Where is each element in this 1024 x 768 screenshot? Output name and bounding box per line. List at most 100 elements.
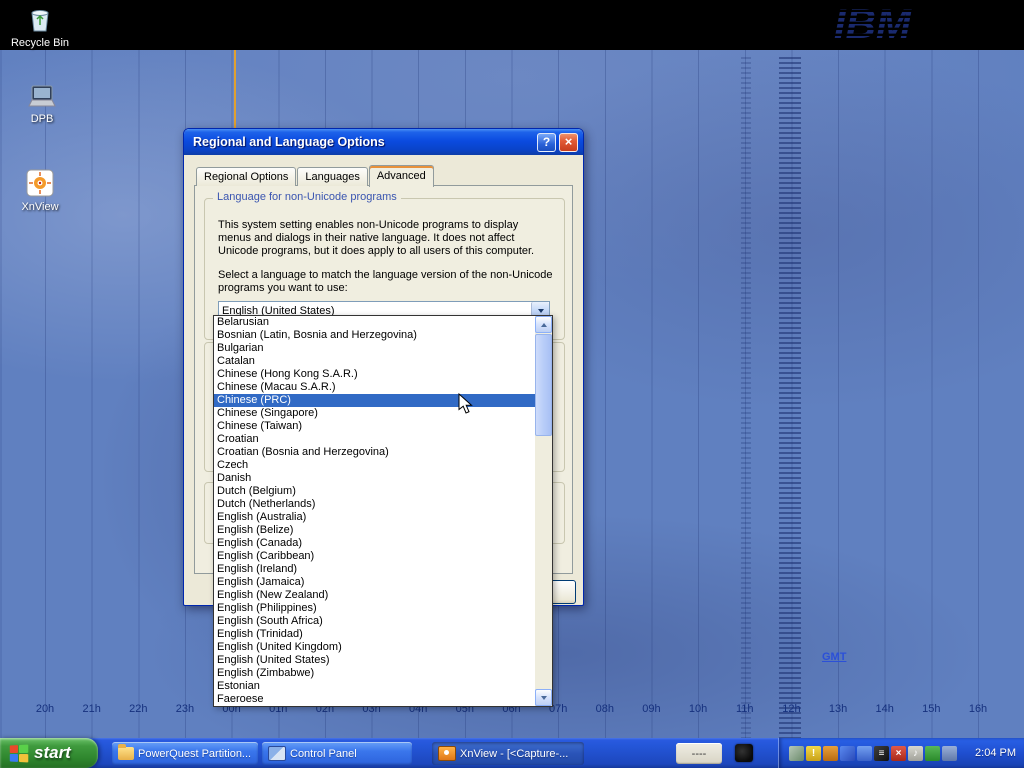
language-option[interactable]: Bosnian (Latin, Bosnia and Herzegovina) <box>214 329 535 342</box>
wallpaper-hatched-band-thin <box>741 57 751 738</box>
hour-label: 11h <box>736 703 754 715</box>
windows-flag-icon <box>10 744 28 762</box>
network-status-icon[interactable] <box>857 746 872 761</box>
taskbar-clock: 2:04 PM <box>975 747 1016 759</box>
language-option[interactable]: English (United Kingdom) <box>214 641 535 654</box>
scrollbar-thumb[interactable] <box>535 334 552 436</box>
language-option[interactable]: Dutch (Belgium) <box>214 485 535 498</box>
language-option[interactable]: Chinese (Taiwan) <box>214 420 535 433</box>
language-option[interactable]: English (Trinidad) <box>214 628 535 641</box>
scroll-down-button[interactable] <box>535 689 552 706</box>
gmt-label: GMT <box>822 651 846 663</box>
tab-regional-options[interactable]: Regional Options <box>196 167 296 186</box>
arrow-glyph <box>541 323 547 327</box>
taskbar-button-label: Control Panel <box>290 748 357 760</box>
hour-label: 14h <box>876 703 894 715</box>
hour-label: 23h <box>176 703 194 715</box>
tab-languages[interactable]: Languages <box>297 167 367 186</box>
language-option[interactable]: English (Caribbean) <box>214 550 535 563</box>
language-option[interactable]: English (Jamaica) <box>214 576 535 589</box>
xnview-icon <box>25 168 55 198</box>
close-button[interactable]: × <box>559 133 578 152</box>
language-option[interactable]: English (South Africa) <box>214 615 535 628</box>
power-status-icon[interactable] <box>942 746 957 761</box>
start-button-label: start <box>34 743 71 763</box>
messenger-icon[interactable] <box>925 746 940 761</box>
language-option[interactable]: English (Philippines) <box>214 602 535 615</box>
hour-label: 22h <box>129 703 147 715</box>
language-option[interactable]: English (Ireland) <box>214 563 535 576</box>
desktop-icon-label: Recycle Bin <box>11 37 69 49</box>
language-option[interactable]: Croatian <box>214 433 535 446</box>
dropdown-scrollbar[interactable] <box>535 316 552 706</box>
language-option[interactable]: Dutch (Netherlands) <box>214 498 535 511</box>
hour-label: 08h <box>596 703 614 715</box>
hour-label: 10h <box>689 703 707 715</box>
language-option[interactable]: English (New Zealand) <box>214 589 535 602</box>
remove-hardware-icon[interactable] <box>789 746 804 761</box>
security-alert-icon[interactable]: ! <box>806 746 821 761</box>
desktop: 20h21h22h23h00h01h02h03h04h05h06h07h08h0… <box>0 0 1024 768</box>
top-black-bar: IBM <box>0 0 1024 50</box>
desktop-icon-recycle-bin[interactable]: Recycle Bin <box>8 4 72 49</box>
language-option[interactable]: Chinese (PRC) <box>214 394 535 407</box>
language-option[interactable]: English (Canada) <box>214 537 535 550</box>
arrow-glyph <box>541 696 547 700</box>
language-option[interactable]: Chinese (Macau S.A.R.) <box>214 381 535 394</box>
volume-icon[interactable]: ♪ <box>908 746 923 761</box>
antivirus-icon[interactable]: × <box>891 746 906 761</box>
task-grid-icon[interactable]: ≡ <box>874 746 889 761</box>
language-option[interactable]: Chinese (Hong Kong S.A.R.) <box>214 368 535 381</box>
language-option[interactable]: Danish <box>214 472 535 485</box>
language-option[interactable]: Catalan <box>214 355 535 368</box>
dialog-titlebar[interactable]: Regional and Language Options ? × <box>184 129 583 155</box>
hour-label: 12h <box>782 703 800 715</box>
taskbar-button-label: PowerQuest Partition... <box>138 748 251 760</box>
language-dropdown-list[interactable]: BelarusianBosnian (Latin, Bosnia and Her… <box>214 316 535 706</box>
language-dropdown: BelarusianBosnian (Latin, Bosnia and Her… <box>213 315 553 707</box>
hour-label: 09h <box>642 703 660 715</box>
taskbar-button-xnview[interactable]: XnView - [<Capture-... <box>432 742 584 765</box>
description-text-2: Select a language to match the language … <box>218 269 554 295</box>
desktop-icon-xnview[interactable]: XnView <box>8 168 72 213</box>
dialog-title: Regional and Language Options <box>193 135 534 149</box>
wallpaper-highlight-line <box>234 50 236 129</box>
desktop-icon-label: DPB <box>31 113 54 125</box>
tray-icons: ! ≡×♪ <box>789 746 969 761</box>
desktop-icon-label: XnView <box>21 201 58 213</box>
svg-text:IBM: IBM <box>834 0 912 47</box>
language-option[interactable]: English (Belize) <box>214 524 535 537</box>
graphics-settings-icon[interactable] <box>840 746 855 761</box>
scroll-up-button[interactable] <box>535 316 552 333</box>
ibm-logo: IBM <box>826 0 946 48</box>
update-shield-icon[interactable] <box>823 746 838 761</box>
language-option[interactable]: English (Australia) <box>214 511 535 524</box>
xnview-taskbar-icon <box>438 746 456 761</box>
language-option[interactable]: Faeroese <box>214 693 535 706</box>
taskbar-button-label: XnView - [<Capture-... <box>460 748 568 760</box>
desktop-icon-dpb[interactable]: DPB <box>10 84 74 125</box>
hour-label: 15h <box>922 703 940 715</box>
hour-label: 16h <box>969 703 987 715</box>
language-option[interactable]: Czech <box>214 459 535 472</box>
language-option[interactable]: English (United States) <box>214 654 535 667</box>
language-option[interactable]: Croatian (Bosnia and Herzegovina) <box>214 446 535 459</box>
hour-label: 20h <box>36 703 54 715</box>
language-option[interactable]: Chinese (Singapore) <box>214 407 535 420</box>
language-option[interactable]: English (Zimbabwe) <box>214 667 535 680</box>
start-button[interactable]: start <box>0 738 98 768</box>
language-option[interactable]: Estonian <box>214 680 535 693</box>
recycle-bin-icon <box>25 4 55 34</box>
taskbar-button-control-panel[interactable]: Control Panel <box>262 742 412 765</box>
taskbar-app-icon[interactable] <box>735 744 753 762</box>
folder-icon <box>118 747 134 760</box>
taskbar-button-untitled[interactable]: ---- <box>676 743 722 764</box>
taskbar-button-powerquest[interactable]: PowerQuest Partition... <box>112 742 258 765</box>
tab-advanced[interactable]: Advanced <box>369 165 434 187</box>
taskbar-button-label: ---- <box>692 748 707 760</box>
tab-strip: Regional Options Languages Advanced <box>196 164 435 186</box>
language-option[interactable]: Belarusian <box>214 316 535 329</box>
help-button[interactable]: ? <box>537 133 556 152</box>
system-tray: ! ≡×♪ 2:04 PM <box>778 738 1024 768</box>
language-option[interactable]: Bulgarian <box>214 342 535 355</box>
